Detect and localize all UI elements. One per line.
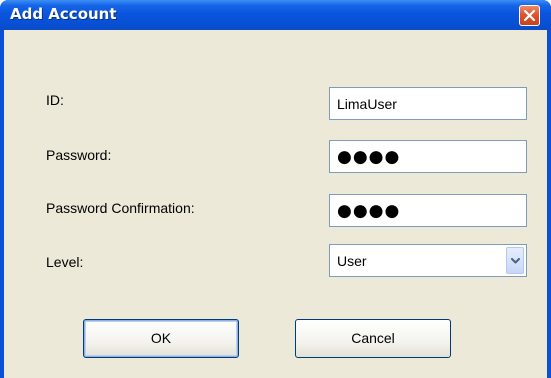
password-confirmation-field[interactable]: ●●●●: [329, 194, 527, 227]
id-label: ID:: [46, 92, 64, 108]
id-field[interactable]: LimaUser: [329, 87, 527, 120]
close-icon: [523, 9, 536, 22]
chevron-down-icon: [511, 258, 520, 264]
title-bar[interactable]: Add Account: [0, 0, 551, 30]
cancel-button[interactable]: Cancel: [295, 319, 451, 358]
dialog-title: Add Account: [10, 5, 117, 23]
level-value: User: [337, 253, 367, 269]
password-confirmation-value: ●●●●: [337, 201, 401, 221]
password-value: ●●●●: [337, 147, 401, 167]
dialog-body: ID: LimaUser Password: ●●●● Password Con…: [4, 30, 547, 378]
id-value: LimaUser: [337, 96, 397, 112]
password-label: Password:: [46, 147, 112, 163]
level-label: Level:: [46, 254, 84, 270]
level-select[interactable]: User: [329, 244, 527, 277]
password-field[interactable]: ●●●●: [329, 140, 527, 173]
password-confirmation-label: Password Confirmation:: [46, 200, 195, 216]
ok-button[interactable]: OK: [83, 319, 239, 358]
add-account-dialog: Add Account ID: LimaUser Password: ●●●● …: [0, 0, 551, 378]
close-button[interactable]: [519, 5, 540, 26]
level-dropdown-button[interactable]: [506, 247, 524, 274]
